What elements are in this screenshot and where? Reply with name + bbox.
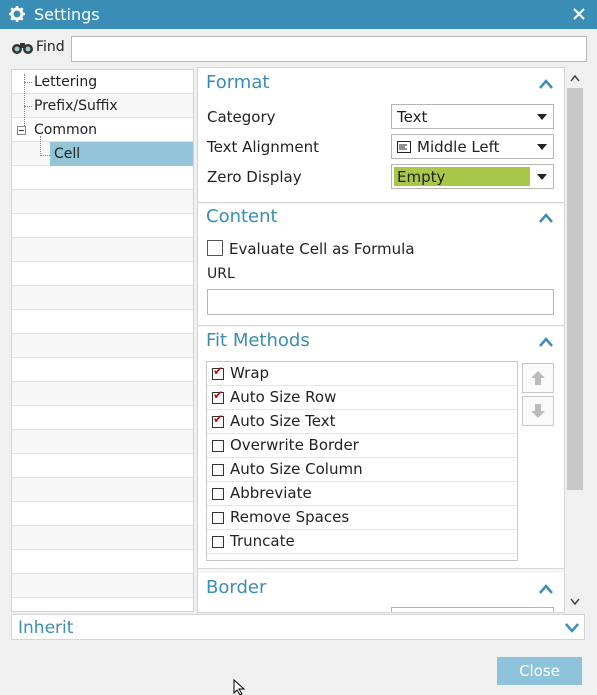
- scroll-down-icon[interactable]: [570, 598, 580, 606]
- content-header[interactable]: Content: [206, 206, 278, 227]
- collapse-icon[interactable]: [17, 126, 26, 135]
- close-icon[interactable]: [569, 4, 589, 24]
- move-down-button[interactable]: [522, 396, 554, 426]
- auto-size-row-checkbox[interactable]: [212, 388, 224, 404]
- move-up-button[interactable]: [522, 363, 554, 393]
- category-label: Category: [207, 108, 276, 126]
- settings-tree: Lettering Prefix/Suffix Common Cell: [11, 69, 194, 612]
- list-item[interactable]: Auto Size Row: [207, 386, 517, 410]
- collapse-up-icon[interactable]: [538, 583, 554, 595]
- border-header[interactable]: Border: [206, 577, 266, 598]
- truncate-checkbox[interactable]: [212, 536, 224, 548]
- find-row: Find: [0, 29, 597, 67]
- dropdown-arrow-icon: [537, 174, 547, 180]
- inherit-header: Inherit: [18, 618, 74, 638]
- fit-methods-header[interactable]: Fit Methods: [206, 330, 310, 351]
- scroll-up-icon[interactable]: [570, 74, 580, 82]
- list-item-label: Abbreviate: [230, 484, 312, 502]
- list-item-label: Auto Size Text: [230, 412, 336, 430]
- collapse-up-icon[interactable]: [538, 212, 554, 224]
- alignment-value: Middle Left: [417, 138, 500, 156]
- scrollbar-thumb[interactable]: [567, 88, 583, 490]
- overwrite-border-checkbox[interactable]: [212, 440, 224, 452]
- list-item-label: Truncate: [230, 532, 295, 550]
- list-item[interactable]: Remove Spaces: [207, 506, 517, 530]
- category-dropdown[interactable]: Text: [391, 104, 554, 129]
- url-input[interactable]: [207, 289, 554, 315]
- list-item-label: Auto Size Column: [230, 460, 363, 478]
- window-title: Settings: [34, 5, 100, 24]
- find-input[interactable]: [71, 36, 587, 62]
- evaluate-formula-label: Evaluate Cell as Formula: [229, 240, 415, 258]
- alignment-label: Text Alignment: [207, 138, 319, 156]
- collapse-up-icon[interactable]: [538, 78, 554, 90]
- format-header[interactable]: Format: [206, 72, 269, 93]
- border-section: Border: [198, 573, 564, 612]
- list-item[interactable]: Wrap: [207, 362, 517, 386]
- list-item[interactable]: Auto Size Text: [207, 410, 517, 434]
- auto-size-text-checkbox[interactable]: [212, 412, 224, 428]
- list-item-label: Wrap: [230, 364, 270, 382]
- binoculars-icon: [12, 43, 33, 54]
- tree-item-cell-label: Cell: [54, 146, 81, 162]
- properties-panel: Format Category Text Text Alignment Midd…: [197, 67, 565, 613]
- list-item-label: Auto Size Row: [230, 388, 337, 406]
- url-label: URL: [207, 266, 235, 282]
- auto-size-column-checkbox[interactable]: [212, 464, 224, 476]
- tree-item-cell[interactable]: Cell: [50, 142, 193, 166]
- close-button[interactable]: Close: [497, 657, 582, 685]
- tree-item-common[interactable]: Common: [34, 118, 97, 142]
- list-item-label: Overwrite Border: [230, 436, 359, 454]
- zero-display-dropdown[interactable]: Empty: [391, 164, 554, 189]
- zero-display-label: Zero Display: [207, 168, 302, 186]
- category-value: Text: [397, 108, 428, 126]
- wrap-checkbox[interactable]: [212, 364, 224, 380]
- align-middle-left-icon: [397, 141, 411, 153]
- remove-spaces-checkbox[interactable]: [212, 512, 224, 524]
- dropdown-arrow-icon: [537, 114, 547, 120]
- list-item[interactable]: Truncate: [207, 530, 517, 554]
- arrow-down-icon: [531, 404, 545, 418]
- mouse-cursor-icon: [233, 679, 246, 695]
- content-section: Content Evaluate Cell as Formula URL: [198, 204, 564, 326]
- collapse-up-icon[interactable]: [538, 336, 554, 348]
- border-dropdown[interactable]: [391, 607, 554, 612]
- expand-down-icon[interactable]: [564, 621, 580, 633]
- alignment-dropdown[interactable]: Middle Left: [391, 134, 554, 159]
- list-item-label: Remove Spaces: [230, 508, 350, 526]
- list-item[interactable]: Overwrite Border: [207, 434, 517, 458]
- abbreviate-checkbox[interactable]: [212, 488, 224, 500]
- list-item[interactable]: Auto Size Column: [207, 458, 517, 482]
- arrow-up-icon: [531, 371, 545, 385]
- find-label: Find: [36, 39, 65, 55]
- evaluate-formula-checkbox[interactable]: [207, 240, 223, 256]
- fit-methods-list: Wrap Auto Size Row Auto Size Text Overwr…: [206, 361, 518, 561]
- inherit-section[interactable]: Inherit: [11, 614, 585, 640]
- vertical-scrollbar[interactable]: [565, 68, 585, 612]
- dropdown-arrow-icon: [537, 144, 547, 150]
- gear-icon: [9, 6, 25, 22]
- tree-item-prefix-suffix[interactable]: Prefix/Suffix: [34, 94, 118, 118]
- zero-display-value: Empty: [397, 168, 446, 186]
- list-item[interactable]: Abbreviate: [207, 482, 517, 506]
- title-bar: Settings: [0, 0, 597, 29]
- tree-item-lettering[interactable]: Lettering: [34, 70, 97, 94]
